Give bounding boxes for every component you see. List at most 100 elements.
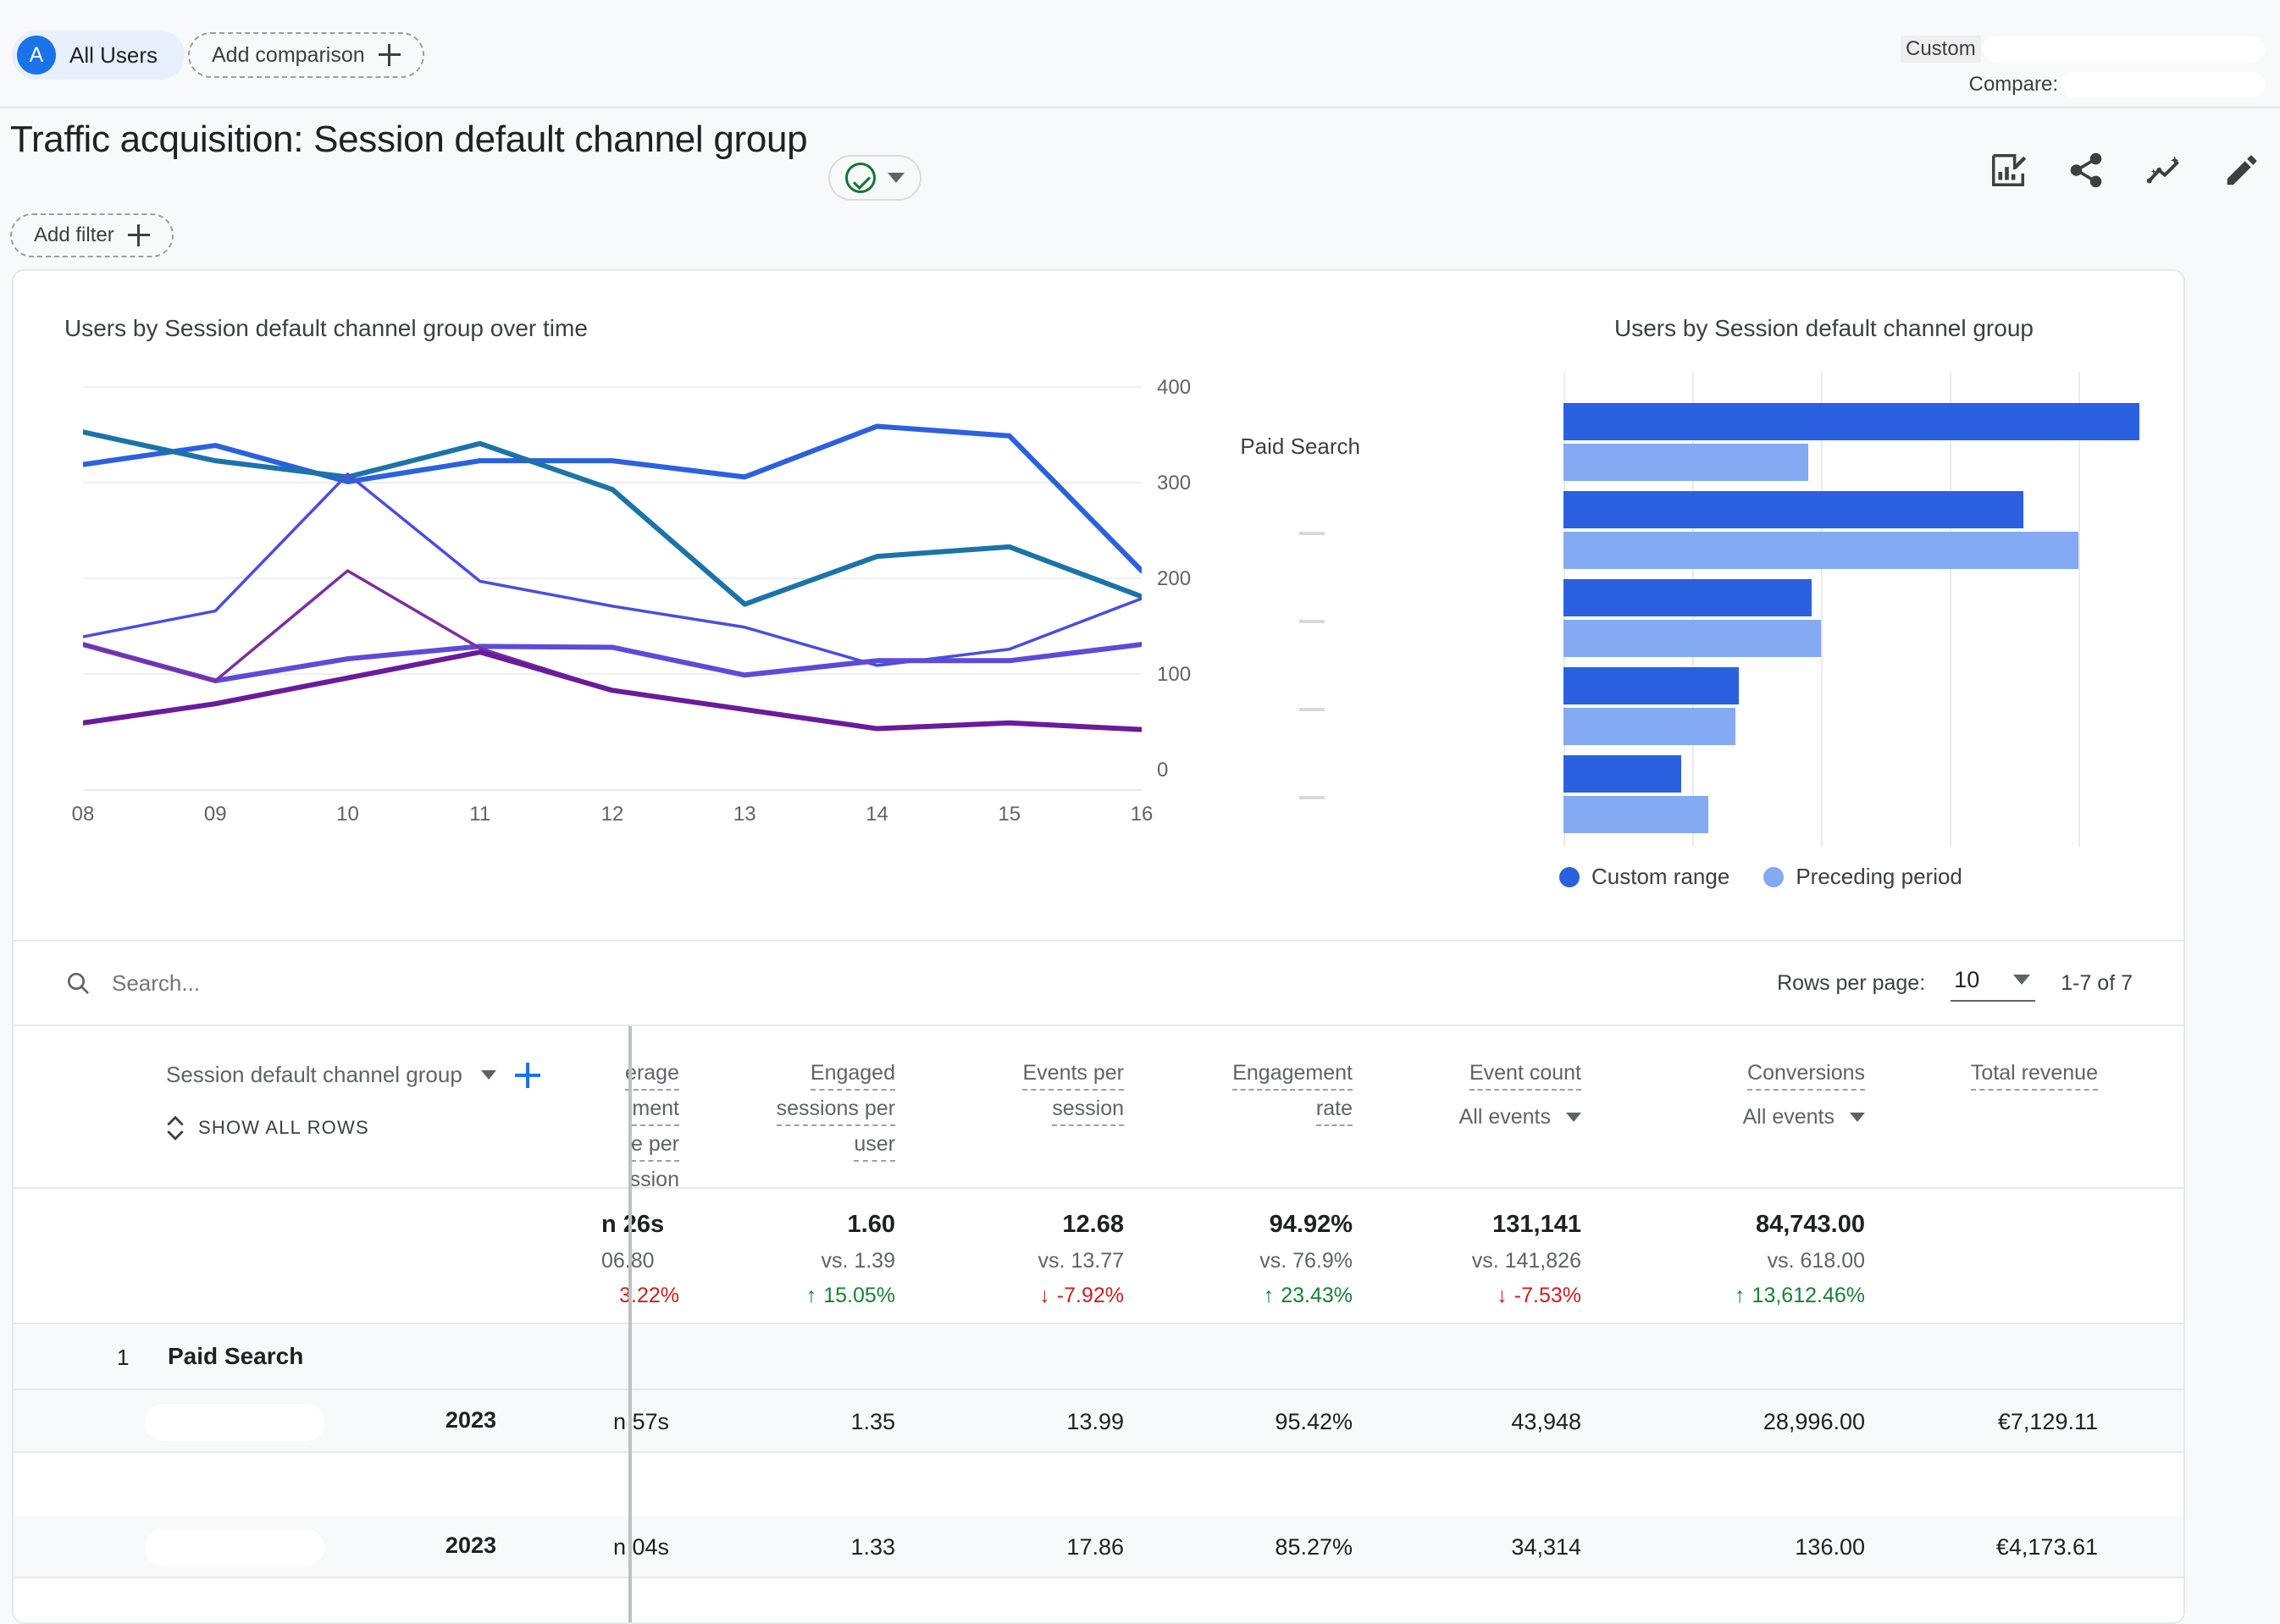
column-header-line: Events per	[1022, 1058, 1124, 1091]
line-chart-pane: Users by Session default channel group o…	[14, 271, 1233, 940]
x-axis-tick-label: 09	[203, 803, 227, 826]
share-icon[interactable]	[2067, 151, 2106, 190]
date-range-selector[interactable]: Custom Compare:	[1901, 34, 2265, 102]
bar-chart[interactable]: Paid Search	[1240, 373, 2183, 847]
column-header-line: erage	[625, 1058, 679, 1091]
column-header-conversions[interactable]: Conversions All events	[1743, 1058, 1865, 1131]
chevron-down-icon	[2013, 975, 2031, 985]
bar-chart-title: Users by Session default channel group	[1614, 315, 2034, 341]
gridline	[1821, 373, 1823, 847]
line-chart[interactable]: 0 100 200 300 400 08 09 10 11 12 13 14 15 16	[64, 373, 1191, 864]
dimension-name[interactable]: Session default channel group	[166, 1062, 462, 1088]
column-header-event_count[interactable]: Event count All events	[1459, 1058, 1581, 1131]
summary-value: 12.68	[1062, 1211, 1124, 1238]
summary-comparison: vs. 13.77	[1038, 1249, 1124, 1273]
column-header-avg_engagement[interactable]: erage ment e per ssion	[586, 1058, 679, 1201]
compare-value-redacted	[2061, 72, 2265, 97]
column-header-filter-label: All events	[1742, 1105, 1835, 1129]
show-all-rows-button[interactable]: SHOW ALL ROWS	[166, 1113, 540, 1142]
search-input[interactable]	[110, 969, 449, 997]
data-quality-chip[interactable]	[828, 155, 921, 201]
summary-change: ↑ 13,612.46%	[1735, 1284, 1865, 1308]
x-axis-tick-label: 16	[1130, 803, 1154, 826]
add-comparison-button[interactable]: Add comparison	[188, 32, 424, 78]
column-header-engagement_rate[interactable]: Engagement rate	[1232, 1058, 1353, 1130]
explore-icon[interactable]	[2144, 151, 2183, 190]
insights-edit-icon[interactable]	[1989, 151, 2028, 190]
x-axis-tick-label: 13	[733, 803, 756, 826]
bar-chart-pane: Users by Session default channel group P…	[1233, 271, 2183, 940]
bar[interactable]	[1563, 403, 2140, 440]
column-header-filter[interactable]: All events	[1459, 1102, 1581, 1131]
date-preset-label: Custom	[1901, 36, 1981, 63]
column-header-line: Conversions	[1747, 1058, 1865, 1091]
chevron-down-icon	[1566, 1112, 1581, 1122]
column-header-engaged_sessions_per_user[interactable]: Engaged sessions per user	[776, 1058, 895, 1165]
y-axis-tick-label: 300	[1157, 472, 1192, 494]
arrow-up-icon: ↑	[1263, 1284, 1275, 1307]
bar[interactable]	[1563, 667, 1740, 704]
x-axis-tick-label: 14	[866, 803, 888, 826]
table-cell: €7,129.11	[1997, 1409, 2098, 1434]
x-axis-tick-label: 12	[600, 803, 624, 826]
column-freeze-divider[interactable]	[628, 1026, 632, 1622]
column-header-line: e per	[631, 1130, 679, 1162]
date-range-value-redacted	[1982, 36, 2265, 62]
summary-change-value: 23.43%	[1281, 1284, 1353, 1307]
search-icon	[64, 969, 91, 997]
arrow-down-icon: ↓	[1497, 1284, 1508, 1307]
table-cell: €4,173.61	[1995, 1534, 2098, 1560]
row-index: 1	[117, 1345, 130, 1370]
legend-swatch	[1763, 866, 1785, 887]
bar[interactable]	[1563, 796, 1708, 833]
bar-category-label: Paid Search	[1240, 434, 1360, 459]
column-header-total_revenue[interactable]: Total revenue	[1970, 1058, 2098, 1094]
pagination-range: 1-7 of 7	[2061, 970, 2133, 995]
rows-per-page-value: 10	[1954, 966, 1980, 992]
bar[interactable]	[1563, 491, 2024, 528]
x-axis-tick-label: 15	[998, 803, 1021, 826]
rows-per-page-select[interactable]: 10	[1951, 965, 2036, 1002]
bar[interactable]	[1563, 620, 1821, 657]
column-header-filter[interactable]: All events	[1743, 1102, 1865, 1131]
column-header-line: user	[854, 1130, 895, 1162]
add-filter-button[interactable]: Add filter	[10, 213, 174, 257]
data-table: Session default channel group SHOW ALL R…	[14, 1025, 2183, 1622]
row-date-label: 2023	[445, 1533, 496, 1558]
table-row[interactable]: 2023 n 04s 1.33 17.86 85.27% 34,314 136.00 €4,1…	[14, 1516, 2183, 1578]
segment-chip-all-users[interactable]: A All Users	[12, 30, 185, 80]
summary-comparison: vs. 618.00	[1767, 1249, 1865, 1273]
summary-change-value: 13,612.46%	[1752, 1284, 1865, 1307]
legend-label: Preceding period	[1796, 864, 1962, 889]
summary-change-value: 15.05%	[823, 1284, 895, 1307]
column-header-events_per_session[interactable]: Events per session	[1022, 1058, 1124, 1130]
bar[interactable]	[1563, 532, 2078, 569]
table-group-row[interactable]: 1 Paid Search	[14, 1324, 2183, 1390]
legend-item-custom-range[interactable]: Custom range	[1559, 864, 1729, 890]
table-row[interactable]: 2023 n 57s 1.35 13.99 95.42% 43,948 28,996.00 €…	[14, 1390, 2183, 1453]
bar[interactable]	[1563, 755, 1681, 793]
bar[interactable]	[1563, 579, 1812, 616]
bar[interactable]	[1563, 444, 1808, 481]
pencil-icon[interactable]	[2222, 151, 2261, 190]
legend-item-preceding-period[interactable]: Preceding period	[1763, 864, 1962, 890]
summary-cell: n 26s 06.80 3.22%	[601, 1211, 679, 1308]
dimension-header: Session default channel group SHOW ALL R…	[166, 1062, 540, 1142]
column-header-line: ment	[632, 1094, 679, 1126]
add-dimension-button[interactable]	[514, 1062, 540, 1088]
search-box[interactable]	[64, 969, 449, 997]
bar[interactable]	[1563, 708, 1736, 745]
rows-per-page-label: Rows per page:	[1777, 970, 1926, 995]
summary-change: ↓ -7.92%	[1038, 1284, 1124, 1308]
plus-icon	[127, 224, 150, 246]
y-axis-tick-label: 200	[1157, 567, 1192, 590]
chevron-down-icon[interactable]	[480, 1070, 496, 1080]
table-cell: 1.35	[850, 1409, 895, 1434]
column-header-line: Engaged	[810, 1058, 895, 1091]
column-header-line: session	[1052, 1094, 1124, 1126]
report-card: Users by Session default channel group o…	[12, 269, 2185, 1624]
row-date-redacted	[145, 1404, 324, 1441]
bar-category-label-redacted	[1299, 796, 1325, 799]
title-row: Traffic acquisition: Session default cha…	[0, 108, 2280, 218]
column-header-filter-label: All events	[1458, 1105, 1551, 1129]
